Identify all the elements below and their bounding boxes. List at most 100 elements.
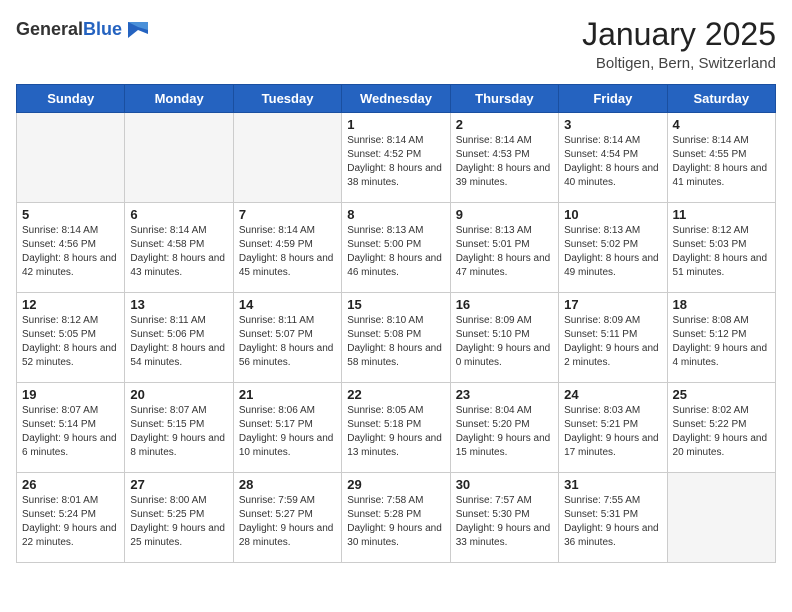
day-number: 11 [673,207,770,222]
day-info: Sunrise: 8:11 AMSunset: 5:06 PMDaylight:… [130,314,227,370]
title-block: January 2025 Boltigen, Bern, Switzerland [582,16,776,72]
logo-general: General [16,19,83,39]
day-info: Sunrise: 8:13 AMSunset: 5:01 PMDaylight:… [456,224,553,280]
day-number: 21 [239,387,336,402]
calendar-cell: 17 Sunrise: 8:09 AMSunset: 5:11 PMDayligh… [559,293,667,383]
day-number: 16 [456,297,553,312]
day-number: 12 [22,297,119,312]
day-number: 9 [456,207,553,222]
day-number: 3 [564,117,661,132]
calendar-cell: 29 Sunrise: 7:58 AMSunset: 5:28 PMDayligh… [342,473,450,563]
calendar-cell: 8 Sunrise: 8:13 AMSunset: 5:00 PMDaylight… [342,203,450,293]
day-number: 25 [673,387,770,402]
day-info: Sunrise: 8:07 AMSunset: 5:15 PMDaylight:… [130,404,227,460]
calendar-cell: 5Sunrise: 8:14 AMSunset: 4:56 PMDaylight… [17,203,125,293]
calendar-cell: 26Sunrise: 8:01 AMSunset: 5:24 PMDayligh… [17,473,125,563]
day-info: Sunrise: 8:02 AMSunset: 5:22 PMDaylight:… [673,404,770,460]
day-info: Sunrise: 8:09 AMSunset: 5:10 PMDaylight:… [456,314,553,370]
calendar-cell: 21 Sunrise: 8:06 AMSunset: 5:17 PMDayligh… [233,383,341,473]
day-number: 7 [239,207,336,222]
logo: GeneralBlue [16,16,152,44]
calendar-cell: 30Sunrise: 7:57 AMSunset: 5:30 PMDayligh… [450,473,558,563]
calendar-week-row: 1 Sunrise: 8:14 AMSunset: 4:52 PMDaylight… [17,113,776,203]
day-info: Sunrise: 8:13 AMSunset: 5:00 PMDaylight:… [347,224,444,280]
calendar-cell: 2 Sunrise: 8:14 AMSunset: 4:53 PMDaylight… [450,113,558,203]
day-number: 1 [347,117,444,132]
day-info: Sunrise: 8:07 AMSunset: 5:14 PMDaylight:… [22,404,119,460]
day-info: Sunrise: 8:14 AMSunset: 4:58 PMDaylight:… [130,224,227,280]
calendar-week-row: 5Sunrise: 8:14 AMSunset: 4:56 PMDaylight… [17,203,776,293]
calendar-cell [667,473,775,563]
day-number: 17 [564,297,661,312]
day-info: Sunrise: 8:14 AMSunset: 4:59 PMDaylight:… [239,224,336,280]
day-number: 15 [347,297,444,312]
day-number: 8 [347,207,444,222]
day-number: 27 [130,477,227,492]
calendar-cell: 7 Sunrise: 8:14 AMSunset: 4:59 PMDaylight… [233,203,341,293]
calendar-cell [17,113,125,203]
day-info: Sunrise: 8:06 AMSunset: 5:17 PMDaylight:… [239,404,336,460]
day-number: 2 [456,117,553,132]
logo-icon [124,16,152,44]
calendar-cell: 13 Sunrise: 8:11 AMSunset: 5:06 PMDayligh… [125,293,233,383]
calendar-cell: 31Sunrise: 7:55 AMSunset: 5:31 PMDayligh… [559,473,667,563]
day-number: 31 [564,477,661,492]
weekday-header-friday: Friday [559,85,667,113]
page-header: GeneralBlue January 2025 Boltigen, Bern,… [16,16,776,72]
day-number: 30 [456,477,553,492]
day-number: 14 [239,297,336,312]
calendar-cell: 18Sunrise: 8:08 AMSunset: 5:12 PMDayligh… [667,293,775,383]
day-info: Sunrise: 8:12 AMSunset: 5:03 PMDaylight:… [673,224,770,280]
location: Boltigen, Bern, Switzerland [582,55,776,72]
calendar-cell: 23Sunrise: 8:04 AMSunset: 5:20 PMDayligh… [450,383,558,473]
calendar-cell [233,113,341,203]
calendar-cell: 20 Sunrise: 8:07 AMSunset: 5:15 PMDayligh… [125,383,233,473]
day-number: 5 [22,207,119,222]
day-info: Sunrise: 8:14 AMSunset: 4:54 PMDaylight:… [564,134,661,190]
day-info: Sunrise: 8:00 AMSunset: 5:25 PMDaylight:… [130,494,227,550]
calendar-cell: 28Sunrise: 7:59 AMSunset: 5:27 PMDayligh… [233,473,341,563]
calendar-header-row: SundayMondayTuesdayWednesdayThursdayFrid… [17,85,776,113]
calendar-cell: 12 Sunrise: 8:12 AMSunset: 5:05 PMDayligh… [17,293,125,383]
day-number: 20 [130,387,227,402]
calendar-cell: 6 Sunrise: 8:14 AMSunset: 4:58 PMDaylight… [125,203,233,293]
calendar-cell: 24 Sunrise: 8:03 AMSunset: 5:21 PMDayligh… [559,383,667,473]
day-number: 24 [564,387,661,402]
day-info: Sunrise: 8:11 AMSunset: 5:07 PMDaylight:… [239,314,336,370]
calendar-cell: 27 Sunrise: 8:00 AMSunset: 5:25 PMDayligh… [125,473,233,563]
calendar-cell: 15Sunrise: 8:10 AMSunset: 5:08 PMDayligh… [342,293,450,383]
calendar-cell [125,113,233,203]
weekday-header-saturday: Saturday [667,85,775,113]
day-info: Sunrise: 8:14 AMSunset: 4:55 PMDaylight:… [673,134,770,190]
day-number: 10 [564,207,661,222]
day-info: Sunrise: 8:03 AMSunset: 5:21 PMDaylight:… [564,404,661,460]
day-number: 4 [673,117,770,132]
day-number: 18 [673,297,770,312]
weekday-header-sunday: Sunday [17,85,125,113]
calendar-table: SundayMondayTuesdayWednesdayThursdayFrid… [16,84,776,563]
day-info: Sunrise: 8:12 AMSunset: 5:05 PMDaylight:… [22,314,119,370]
day-number: 6 [130,207,227,222]
month-title: January 2025 [582,16,776,53]
calendar-week-row: 12 Sunrise: 8:12 AMSunset: 5:05 PMDayligh… [17,293,776,383]
day-number: 28 [239,477,336,492]
weekday-header-monday: Monday [125,85,233,113]
day-info: Sunrise: 8:14 AMSunset: 4:52 PMDaylight:… [347,134,444,190]
day-number: 26 [22,477,119,492]
day-info: Sunrise: 7:58 AMSunset: 5:28 PMDaylight:… [347,494,444,550]
calendar-cell: 16 Sunrise: 8:09 AMSunset: 5:10 PMDayligh… [450,293,558,383]
day-info: Sunrise: 8:13 AMSunset: 5:02 PMDaylight:… [564,224,661,280]
day-number: 19 [22,387,119,402]
calendar-cell: 22Sunrise: 8:05 AMSunset: 5:18 PMDayligh… [342,383,450,473]
logo-blue: Blue [83,19,122,39]
calendar-cell: 4 Sunrise: 8:14 AMSunset: 4:55 PMDaylight… [667,113,775,203]
day-number: 29 [347,477,444,492]
day-info: Sunrise: 8:09 AMSunset: 5:11 PMDaylight:… [564,314,661,370]
day-number: 13 [130,297,227,312]
weekday-header-thursday: Thursday [450,85,558,113]
calendar-cell: 10 Sunrise: 8:13 AMSunset: 5:02 PMDayligh… [559,203,667,293]
day-info: Sunrise: 8:14 AMSunset: 4:53 PMDaylight:… [456,134,553,190]
weekday-header-tuesday: Tuesday [233,85,341,113]
calendar-week-row: 19 Sunrise: 8:07 AMSunset: 5:14 PMDayligh… [17,383,776,473]
day-number: 23 [456,387,553,402]
